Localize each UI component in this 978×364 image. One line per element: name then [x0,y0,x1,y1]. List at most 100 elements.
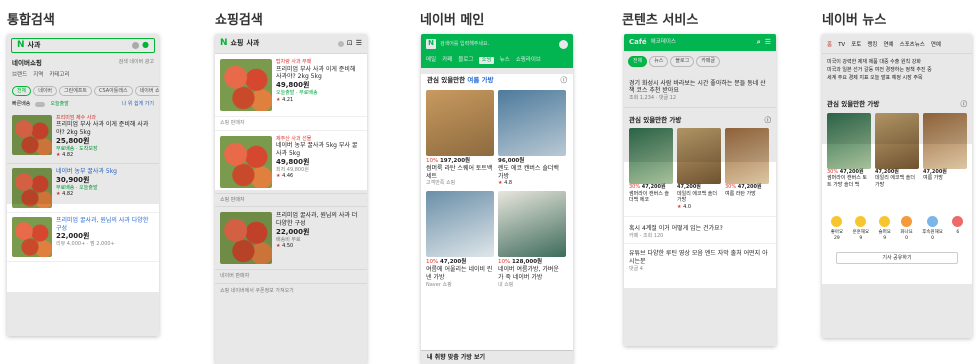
tab-shoplive[interactable]: 쇼핑라이브 [516,57,541,64]
product-item[interactable]: 프리미엄 제수 사과 프리미엄 부사 사과 이게 준비해 사과야? 2kg 5k… [7,111,159,164]
filter-today[interactable]: 오늘출발 [50,101,68,108]
product-title[interactable]: 네이버 여름가방, 가벼운 가 죽 네이버 가방 [498,266,566,282]
product-title[interactable]: 프리미엄 꿀사과, 원님의 사과 더 다양한 구성 [276,212,362,228]
product-card[interactable]: 10% 197,200원 썸머룩 라탄 스퀘어 토트백 세트 고객만족 쇼핑 [426,89,494,187]
product-image[interactable] [923,112,967,169]
product-card[interactable]: 47,200원 데일리 에코백 숄더 가방 ★ 4.0 [677,128,721,210]
product-title[interactable]: 데일리 에코백 숄더 가방 [875,175,919,188]
post-title[interactable]: 혹시 4계절 이거 어떻게 입는 건가요? [629,225,771,233]
reaction-warm[interactable]: 훈훈해요 9 [853,216,869,242]
product-card[interactable]: 47,200원 여름 가방 [923,112,967,189]
menu-icon[interactable]: ☰ [765,38,771,47]
reaction-angry[interactable]: 화나요 0 [900,216,913,242]
mic-icon[interactable]: ● [142,40,149,50]
chip-blog[interactable]: 블로그 [670,56,695,67]
tab-mail[interactable]: 메일 [426,57,436,64]
post-title[interactable]: 유튜브 다양한 루틴 영상 모음 엔드 자막 출처 어떤지 아시는분 [629,250,771,266]
share-button[interactable]: 기사 공유하기 [836,251,958,265]
tab-category[interactable]: 카테고리 [49,72,69,79]
chip-all[interactable]: 전체 [628,56,648,67]
product-image[interactable] [875,112,919,169]
search-query[interactable]: 사과 [28,41,129,50]
product-item[interactable]: 탑차량 사과 부패 프리미엄 부사 사과 이게 준비해 사과야? 2kg 5kg… [215,54,367,117]
product-title[interactable]: 썸머룩 라탄 스퀘어 토트백 세트 [426,165,494,181]
tab-more[interactable]: 연예 [931,42,941,49]
info-icon[interactable]: ⓘ [961,100,968,108]
product-card[interactable]: 10% 47,200원 여름에 어울리는 네이비 린넨 가방 Naver 쇼핑 [426,190,494,288]
headline[interactable]: 미국과 일본 선거 갈등 여전 경쟁하는 정책 추진 중 [827,66,967,74]
footer-link[interactable]: 내 취향 맞춤 가방 보기 [421,350,573,364]
chip-all[interactable]: 전체 [12,85,32,97]
product-title[interactable]: 여름 가방 [923,175,967,182]
reaction-extra[interactable]: 6 [952,216,964,242]
tab-news[interactable]: 뉴스 [500,57,510,64]
product-title[interactable]: 프리미엄 부사 사과 이게 준비해 사과야? 2kg 5kg [276,66,362,82]
product-image[interactable] [498,89,566,156]
product-card[interactable]: 96,000원 렌도 에코 캔버스 숄더백 가방 ★ 4.8 [498,89,566,187]
product-image[interactable] [426,190,494,257]
product-title[interactable]: 프리미엄 부사 사과 이게 준비해 사과야? 2kg 5kg [56,121,154,137]
tab-shopping[interactable]: 쇼핑 [479,57,494,65]
menu-icon[interactable]: ☰ [356,39,362,48]
product-title[interactable]: 여름에 어울리는 네이비 린넨 가방 [426,266,494,282]
search-icon[interactable] [559,39,568,49]
product-image[interactable] [220,212,272,264]
tab-sports[interactable]: 스포츠뉴스 [900,42,925,49]
headline[interactable]: 미국이 강력한 제재 제품 대중 수출 원칙 강화 [827,58,967,66]
search-input[interactable]: 검색어를 입력해주세요. [440,41,555,48]
product-card[interactable]: 30% 47,200원 여름 라탄 가방 [725,128,769,210]
search-bar[interactable]: N 사과 ● [11,38,155,53]
product-image[interactable] [426,89,494,156]
product-image[interactable] [827,112,871,169]
chip-gift[interactable]: 그린에프트 [59,85,93,97]
product-card[interactable]: 10% 128,000원 네이버 여름가방, 가벼운 가 죽 네이버 가방 내 … [498,190,566,288]
product-image[interactable] [12,167,52,208]
product-card[interactable]: 30% 47,200원 썸머라이 캔버스 숄더백 에코 [629,128,673,210]
product-title[interactable]: 네이버 농부 꿀사과 5kg [56,168,117,176]
toggle-icon[interactable] [35,101,46,107]
headline[interactable]: 세계 주요 경제 지표 오늘 발표 예정 시장 주목 [827,74,967,82]
product-image[interactable] [629,128,673,185]
product-title[interactable]: 여름 라탄 가방 [725,191,769,198]
store-name[interactable]: 쇼핑 판매자 [220,197,245,203]
product-item[interactable]: 프리미엄 꿀사과, 원님의 사과 더 다양한 구성 22,000원 배송비 무료… [215,207,367,270]
product-image[interactable] [12,114,52,155]
filter-fast[interactable]: 빠른배송 [12,101,30,108]
product-item[interactable]: 제주산 사과 선물 네이버 농부 꿀사과 5kg 부사 꿀사과 5kg 49,8… [215,131,367,194]
product-title[interactable]: 썸머라이 캔버스 토트 가방 숄더 백 [827,175,871,188]
product-title[interactable]: 렌도 에코 캔버스 숄더백 가방 [498,165,566,181]
reaction-followup[interactable]: 후속원해요 0 [922,216,943,242]
product-title[interactable]: 네이버 농부 꿀사과 5kg 부사 꿀사과 5kg [276,142,362,158]
product-card[interactable]: 47,200원 데일리 에코백 숄더 가방 [875,112,919,189]
product-title[interactable]: 썸머라이 캔버스 숄더백 에코 [629,191,673,204]
tab-photo[interactable]: 포토 [851,42,861,49]
product-image[interactable] [677,128,721,185]
product-card[interactable]: 30% 47,200원 썸머라이 캔버스 토트 가방 숄더 백 [827,112,871,189]
product-title[interactable]: 데일리 에코백 숄더 가방 [677,191,721,204]
store-name[interactable]: 네이버 판매자 [220,273,249,279]
reaction-like[interactable]: 좋아요 29 [831,216,843,242]
info-icon[interactable]: ⓘ [765,116,772,124]
cart-icon[interactable]: ⊡ [347,39,353,48]
chip-shop[interactable]: 네이버 쇼핑 [134,85,159,97]
post-title[interactable]: 경기 화성시 사람 바라보는 시간 좋아하는 분들 동네 산책 코스 추천 받아… [629,80,771,96]
chip-news[interactable]: 뉴스 [649,56,669,67]
info-icon[interactable]: ⓘ [561,76,568,84]
search-icon[interactable]: ⌕ [757,38,761,47]
product-item[interactable]: 네이버 농부 꿀사과 5kg 30,900원 무료배송 · 오늘출발 ★ 4.8… [7,164,159,213]
reaction-sad[interactable]: 슬퍼요 9 [879,216,891,242]
chip-naver[interactable]: 네이버 [33,85,58,97]
chip-csa[interactable]: CSA아틀래스 [94,85,133,97]
tab-brand[interactable]: 브랜드 [12,72,27,79]
product-image[interactable] [12,216,52,257]
tab-entertainment[interactable]: 연예 [883,42,893,49]
tab-tv[interactable]: TV [838,42,845,49]
clear-icon[interactable] [132,42,140,49]
product-image[interactable] [498,190,566,257]
store-name[interactable]: 쇼핑 판매자 [220,120,245,126]
clear-icon[interactable] [337,40,344,47]
product-image[interactable] [220,59,272,111]
product-image[interactable] [725,128,769,185]
tab-region[interactable]: 지역 [33,72,43,79]
filter-link[interactable]: 나 위 쉽게 가기 [122,101,154,108]
